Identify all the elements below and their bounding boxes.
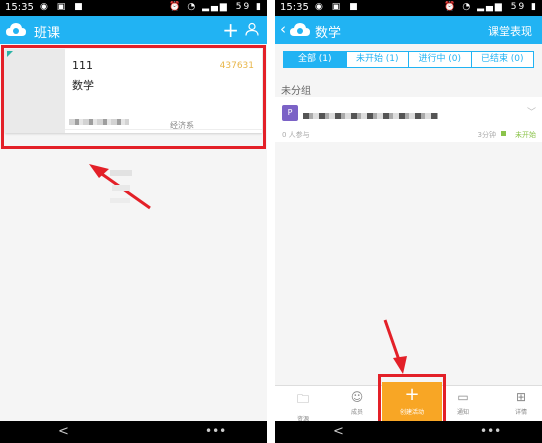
activity-list-item[interactable]: P ﹀ 0 人参与 3分钟 未开始 bbox=[275, 97, 542, 142]
notice-button[interactable]: ▭ 通知 bbox=[443, 386, 483, 421]
notification-icons: ◉ ▣ ■ bbox=[40, 2, 86, 12]
nav-back-button[interactable]: < bbox=[58, 424, 69, 439]
status-bar: 15:35 ◉ ▣ ■ ⏰ ◔ ▂▄▆ 59 ▮ bbox=[0, 0, 267, 16]
profile-icon[interactable] bbox=[245, 22, 259, 36]
blurred-activity-title bbox=[303, 113, 438, 119]
app-bar: 班课 + bbox=[0, 16, 267, 44]
annotation-arrow bbox=[383, 319, 407, 374]
activity-status: 未开始 bbox=[515, 131, 536, 139]
classroom-performance-button[interactable]: 课堂表现 bbox=[488, 23, 532, 39]
add-class-button[interactable]: + bbox=[222, 18, 239, 42]
android-nav-bar: < ••• bbox=[0, 421, 267, 443]
nav-menu-button[interactable]: ••• bbox=[480, 424, 501, 438]
activity-type-icon: P bbox=[282, 105, 298, 121]
system-icons: ⏰ ◔ ▂▄▆ 59 ▮ bbox=[169, 2, 263, 12]
status-bar: 15:35 ◉ ▣ ■ ⏰ ◔ ▂▄▆ 59 ▮ bbox=[275, 0, 542, 16]
phone-screen-right: 15:35 ◉ ▣ ■ ⏰ ◔ ▂▄▆ 59 ▮ ‹ 数学 课堂表现 全部 (1… bbox=[275, 0, 542, 443]
cloud-logo-icon bbox=[290, 23, 310, 36]
tab-all[interactable]: 全部 (1) bbox=[284, 52, 347, 67]
tab-ended[interactable]: 已结束 (0) bbox=[472, 52, 534, 67]
folder-icon: 🗀 bbox=[296, 392, 309, 406]
tab-not-started[interactable]: 未开始 (1) bbox=[347, 52, 409, 67]
chevron-down-icon[interactable]: ﹀ bbox=[527, 105, 536, 118]
status-time: 15:35 bbox=[5, 2, 34, 13]
group-label: 未分组 bbox=[281, 86, 311, 97]
participant-count: 0 人参与 bbox=[282, 131, 310, 139]
status-dot-icon bbox=[501, 131, 506, 136]
app-bar: ‹ 数学 课堂表现 bbox=[275, 16, 542, 44]
grid-icon: ⊞ bbox=[515, 390, 527, 404]
system-icons: ⏰ ◔ ▂▄▆ 59 ▮ bbox=[444, 2, 538, 12]
page-title: 班课 bbox=[34, 26, 61, 41]
cloud-logo-icon bbox=[6, 23, 26, 36]
tab-in-progress[interactable]: 进行中 (0) bbox=[409, 52, 472, 67]
filter-tabs: 全部 (1) 未开始 (1) 进行中 (0) 已结束 (0) bbox=[283, 51, 534, 68]
battery-level: 59 bbox=[510, 2, 527, 12]
blurred-artifact bbox=[110, 198, 130, 203]
members-button[interactable]: ☺ 成员 bbox=[337, 386, 377, 421]
members-icon: ☺ bbox=[350, 390, 364, 404]
members-label: 成员 bbox=[350, 409, 363, 416]
status-time: 15:35 bbox=[280, 2, 309, 13]
notice-label: 通知 bbox=[456, 409, 469, 416]
chat-bubble-icon: ▭ bbox=[457, 390, 469, 404]
android-nav-bar: < ••• bbox=[275, 421, 542, 443]
highlight-box-create bbox=[378, 374, 446, 426]
page-title: 数学 bbox=[315, 26, 342, 41]
battery-level: 59 bbox=[235, 2, 252, 12]
highlight-box-card bbox=[1, 45, 266, 149]
details-label: 详情 bbox=[514, 409, 527, 416]
activity-time: 3分钟 bbox=[477, 131, 496, 139]
nav-back-button[interactable]: < bbox=[333, 424, 344, 439]
back-chevron-icon[interactable]: ‹ bbox=[280, 20, 286, 38]
resources-button[interactable]: 🗀 资源 bbox=[283, 386, 323, 423]
blurred-artifact bbox=[110, 170, 132, 176]
nav-menu-button[interactable]: ••• bbox=[205, 424, 226, 438]
blurred-artifact bbox=[112, 185, 130, 191]
details-button[interactable]: ⊞ 详情 bbox=[501, 386, 541, 421]
phone-screen-left: 15:35 ◉ ▣ ■ ⏰ ◔ ▂▄▆ 59 ▮ 班课 + 111 437631… bbox=[0, 0, 267, 443]
notification-icons: ◉ ▣ ■ bbox=[315, 2, 361, 12]
